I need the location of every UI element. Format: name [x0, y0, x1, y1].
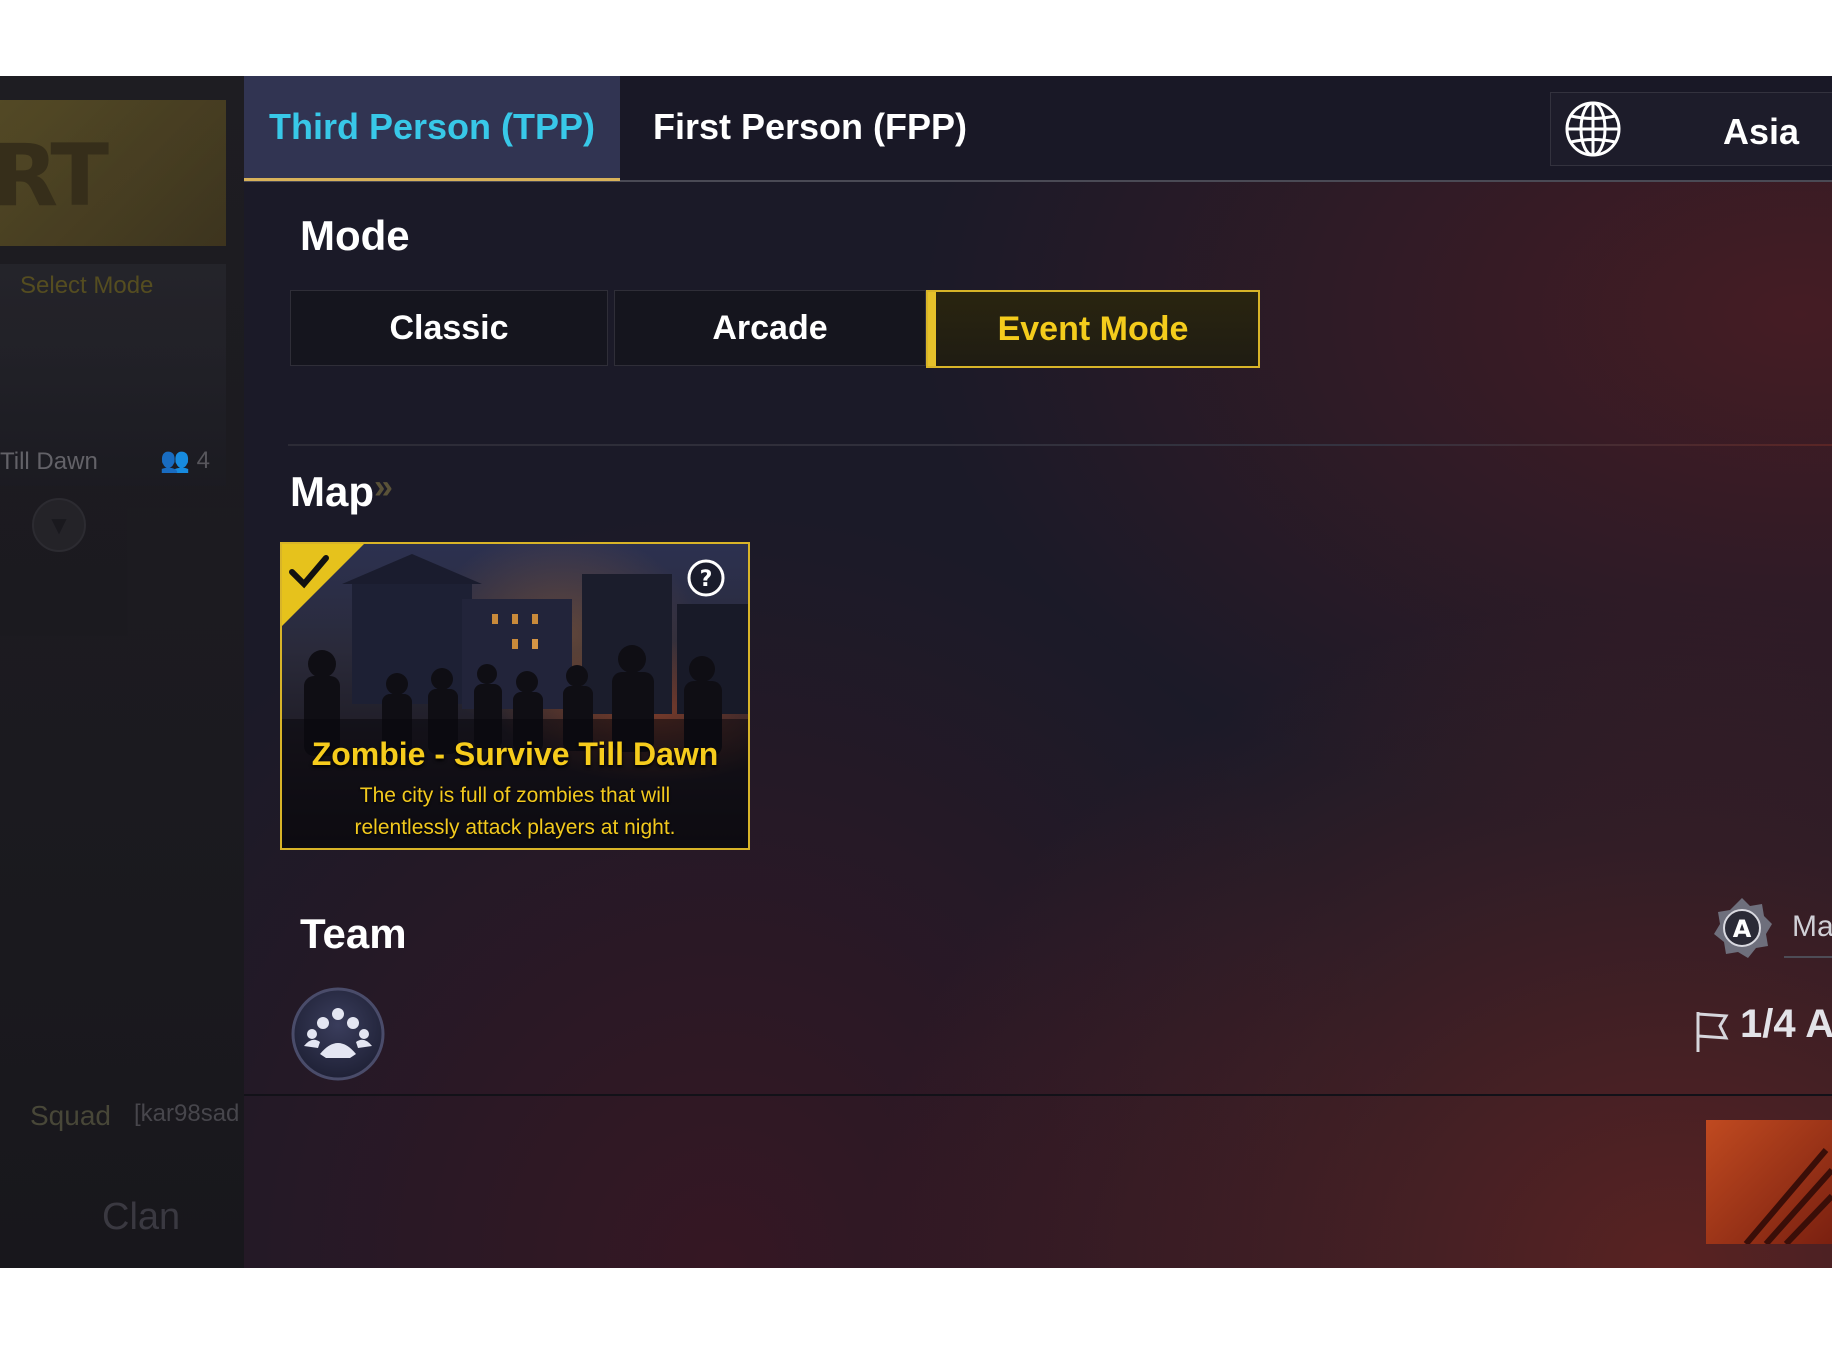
- mode-arcade-button[interactable]: Arcade: [614, 290, 926, 366]
- start-button-label: RT: [0, 126, 109, 226]
- mode-event-button[interactable]: Event Mode: [926, 290, 1260, 368]
- mode-classic-button[interactable]: Classic: [290, 290, 608, 366]
- bottom-divider: [244, 1094, 1832, 1096]
- chevron-down-icon[interactable]: ▼: [32, 498, 86, 552]
- mode-selection-panel: Third Person (TPP) First Person (FPP) As…: [244, 76, 1832, 1268]
- svg-text:A: A: [1733, 915, 1752, 943]
- lobby-side-panel: RT Select Mode Till Dawn 👥 4 ▼ Squad [ka…: [0, 76, 244, 1268]
- map-section-title: Map: [290, 468, 374, 515]
- username-label: [kar98sad: [134, 1100, 240, 1127]
- select-mode-label: Select Mode: [20, 272, 154, 299]
- map-description: The city is full of zombies that will re…: [354, 784, 676, 839]
- chevron-right-icon: »: [374, 468, 393, 506]
- svg-text:?: ?: [700, 567, 713, 592]
- claw-marks-icon: [1743, 1148, 1832, 1244]
- team-size-value: 4: [196, 447, 210, 474]
- clan-label[interactable]: Clan: [102, 1196, 180, 1239]
- auto-match-gear-icon[interactable]: A: [1710, 896, 1774, 960]
- team-size-indicator: 👥 4: [160, 446, 210, 475]
- globe-icon: [1565, 101, 1621, 157]
- region-selector[interactable]: Asia: [1550, 92, 1832, 166]
- tab-third-person[interactable]: Third Person (TPP): [244, 76, 620, 181]
- people-icon: 👥: [160, 447, 190, 474]
- auto-match-label[interactable]: Mat: [1792, 910, 1832, 944]
- mode-section-title: Mode: [300, 212, 410, 259]
- checkmark-icon: [282, 544, 364, 626]
- section-divider: [288, 444, 1832, 446]
- squad-team-icon[interactable]: [290, 986, 386, 1082]
- game-screen: RT Select Mode Till Dawn 👥 4 ▼ Squad [ka…: [0, 76, 1832, 1268]
- tab-first-person[interactable]: First Person (FPP): [620, 76, 1000, 178]
- selected-mode-name: Till Dawn: [0, 448, 98, 475]
- flag-icon: [1696, 1012, 1729, 1052]
- perspective-tab-bar: Third Person (TPP) First Person (FPP) As…: [244, 76, 1832, 182]
- region-label: Asia: [1723, 111, 1800, 152]
- team-section-title: Team: [300, 910, 407, 957]
- team-count-label: 1/4 Au: [1740, 1002, 1832, 1046]
- map-title: Zombie - Survive Till Dawn: [311, 736, 719, 772]
- squad-label[interactable]: Squad: [30, 1100, 111, 1132]
- help-icon[interactable]: ?: [686, 558, 726, 598]
- map-card-zombie[interactable]: ? Zombie - Survive Till Dawn The city is…: [280, 542, 750, 850]
- start-match-button[interactable]: [1706, 1120, 1832, 1244]
- auto-match-underline: [1784, 956, 1832, 958]
